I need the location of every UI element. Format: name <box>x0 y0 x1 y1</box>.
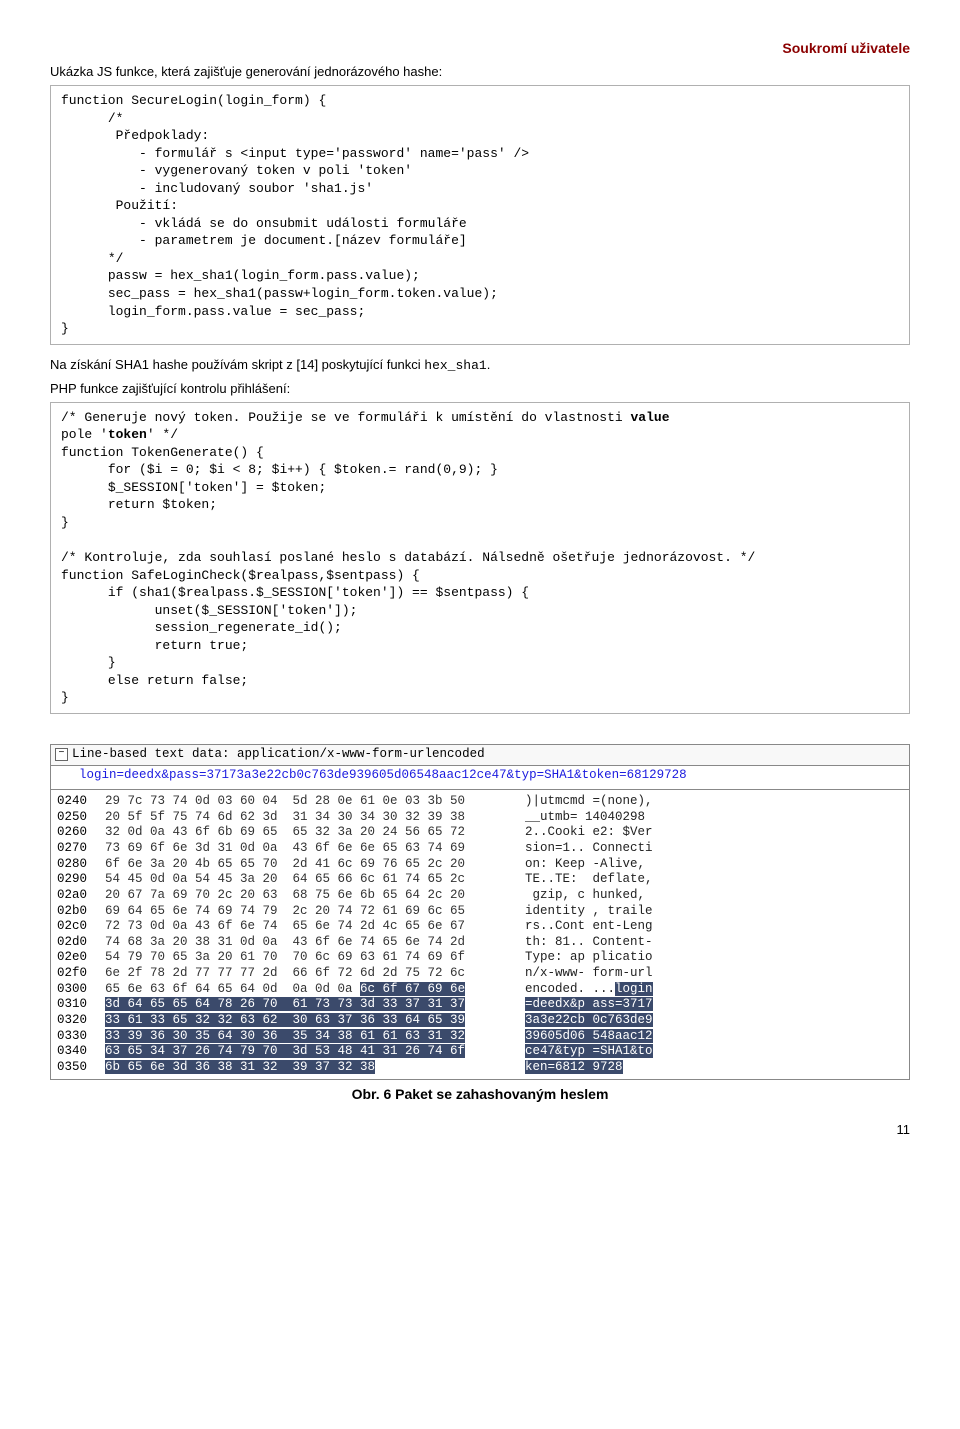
hexdump: 024029 7c 73 74 0d 03 60 04 5d 28 0e 61 … <box>51 790 909 1079</box>
packet-capture: − Line-based text data: application/x-ww… <box>50 744 910 1081</box>
code-block-php: /* Generuje nový token. Použije se ve fo… <box>50 402 910 714</box>
c2l2b: token <box>108 427 147 442</box>
packet-header: − Line-based text data: application/x-ww… <box>51 745 909 766</box>
mid-text-1: Na získání SHA1 hashe používám skript z … <box>50 357 910 373</box>
packet-postline: login=deedx&pass=37173a3e22cb0c763de9396… <box>51 766 909 791</box>
tree-toggle-icon: − <box>55 748 68 761</box>
intro-text: Ukázka JS funkce, která zajišťuje genero… <box>50 64 910 79</box>
c2rest: function TokenGenerate() { for ($i = 0; … <box>61 445 755 706</box>
c2l1b: value <box>631 410 670 425</box>
packet-header-text: Line-based text data: application/x-www-… <box>72 747 485 763</box>
mid-text-2: PHP funkce zajišťující kontrolu přihláše… <box>50 381 910 396</box>
mid1a: Na získání SHA1 hashe používám skript z … <box>50 357 424 372</box>
c2l1: /* Generuje nový token. Použije se ve fo… <box>61 410 631 425</box>
c2l2c: ' */ <box>147 427 178 442</box>
mid1c: . <box>487 357 491 372</box>
page-number: 11 <box>50 1122 910 1137</box>
code-block-js: function SecureLogin(login_form) { /* Př… <box>50 85 910 345</box>
c2l2a: pole ' <box>61 427 108 442</box>
mid1b: hex_sha1 <box>424 358 486 373</box>
header-right: Soukromí uživatele <box>50 40 910 56</box>
figure-caption: Obr. 6 Paket se zahashovaným heslem <box>50 1086 910 1102</box>
